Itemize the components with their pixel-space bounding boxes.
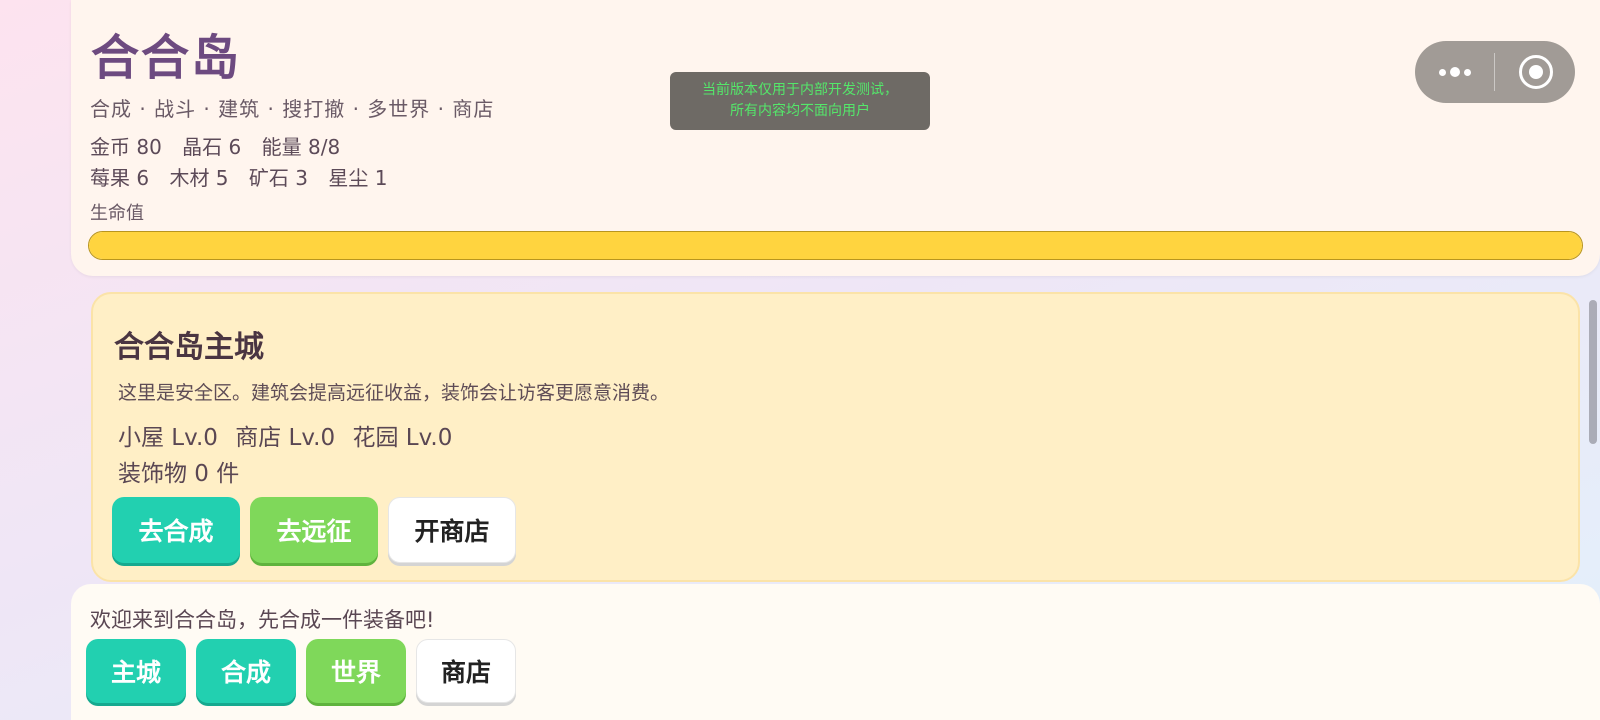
go-merge-button[interactable]: 去合成: [112, 497, 240, 563]
crystal-count: 晶石 6: [182, 135, 242, 159]
nav-world-button[interactable]: 世界: [306, 639, 406, 703]
decoration-count: 装饰物 0 件: [118, 461, 240, 487]
capsule-divider: [1494, 53, 1495, 91]
energy-count: 能量 8/8: [261, 135, 341, 159]
toast-line-1: 当前版本仅用于内部开发测试，: [702, 82, 898, 98]
gold-count: 金币 80: [90, 135, 162, 159]
target-close-icon[interactable]: [1519, 55, 1553, 89]
wood-count: 木材 5: [169, 166, 229, 190]
more-dots-icon[interactable]: [1415, 41, 1495, 103]
hp-label: 生命值: [90, 203, 144, 224]
stardust-count: 星尘 1: [328, 166, 388, 190]
header-card: 合合岛 合成 · 战斗 · 建筑 · 搜打撤 · 多世界 · 商店 金币 80 …: [71, 0, 1600, 276]
ore-count: 矿石 3: [248, 166, 308, 190]
berry-count: 莓果 6: [90, 166, 150, 190]
resource-row-materials: 莓果 6 木材 5 矿石 3 星尘 1: [90, 162, 401, 191]
resource-row-primary: 金币 80 晶石 6 能量 8/8: [90, 131, 354, 160]
building-levels: 小屋 Lv.0 商店 Lv.0 花园 Lv.0: [118, 418, 462, 452]
feature-tagline: 合成 · 战斗 · 建筑 · 搜打撤 · 多世界 · 商店: [90, 97, 495, 121]
welcome-message: 欢迎来到合合岛，先合成一件装备吧!: [90, 608, 435, 632]
app-title: 合合岛: [91, 30, 242, 86]
dot: [1439, 68, 1446, 76]
scrollbar-thumb[interactable]: [1589, 300, 1597, 444]
go-expedition-button[interactable]: 去远征: [250, 497, 378, 563]
building-garden-level: 花园 Lv.0: [352, 425, 453, 451]
open-shop-button[interactable]: 开商店: [388, 497, 516, 563]
dev-notice-toast: 当前版本仅用于内部开发测试， 所有内容均不面向用户: [670, 72, 930, 130]
miniprogram-capsule: [1415, 41, 1575, 103]
city-description: 这里是安全区。建筑会提高远征收益，装饰会让访客更愿意消费。: [118, 382, 670, 404]
nav-merge-button[interactable]: 合成: [196, 639, 296, 703]
scrollbar[interactable]: [1589, 292, 1598, 582]
nav-city-button[interactable]: 主城: [86, 639, 186, 703]
building-hut-level: 小屋 Lv.0: [118, 425, 218, 451]
hp-bar: [88, 231, 1583, 260]
main-city-card: 合合岛主城 这里是安全区。建筑会提高远征收益，装饰会让访客更愿意消费。 小屋 L…: [91, 292, 1580, 582]
dot: [1450, 67, 1460, 77]
city-title: 合合岛主城: [114, 330, 264, 365]
building-shop-level: 商店 Lv.0: [235, 425, 336, 451]
bottom-bar: 欢迎来到合合岛，先合成一件装备吧! 主城 合成 世界 商店: [71, 584, 1600, 720]
toast-line-2: 所有内容均不面向用户: [730, 103, 870, 119]
hp-bar-fill: [89, 232, 1582, 259]
dot: [1464, 68, 1471, 76]
nav-shop-button[interactable]: 商店: [416, 639, 516, 703]
